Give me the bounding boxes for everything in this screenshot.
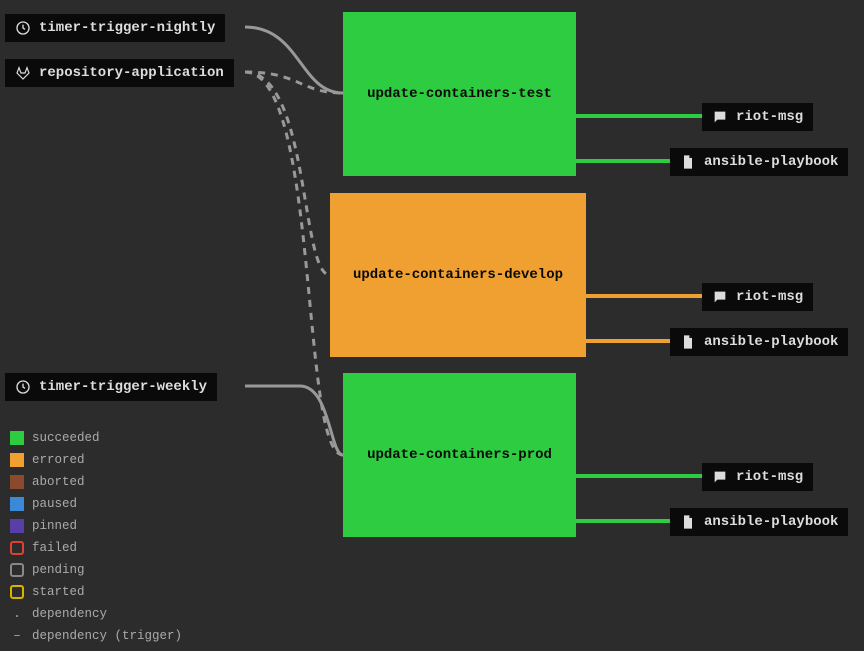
swatch-succeeded xyxy=(10,431,24,445)
job-update-containers-test[interactable]: update-containers-test xyxy=(343,12,576,176)
job-label: update-containers-test xyxy=(367,86,552,102)
clock-icon xyxy=(15,379,31,395)
legend-paused: paused xyxy=(10,493,182,515)
legend-label: succeeded xyxy=(32,431,100,445)
pipeline-canvas: timer-trigger-nightly repository-applica… xyxy=(0,0,864,651)
output-ansible-playbook-prod[interactable]: ansible-playbook xyxy=(670,508,848,536)
output-label: riot-msg xyxy=(736,469,803,485)
job-update-containers-develop[interactable]: update-containers-develop xyxy=(330,193,586,357)
chat-icon xyxy=(712,289,728,305)
legend-started: started xyxy=(10,581,182,603)
trigger-label: repository-application xyxy=(39,65,224,81)
job-label: update-containers-develop xyxy=(353,267,563,283)
legend-label: pinned xyxy=(32,519,77,533)
legend-label: dependency (trigger) xyxy=(32,629,182,643)
swatch-pending xyxy=(10,563,24,577)
trigger-repository-application[interactable]: repository-application xyxy=(5,59,234,87)
dot-icon: . xyxy=(10,607,24,621)
file-icon xyxy=(680,334,696,350)
trigger-label: timer-trigger-weekly xyxy=(39,379,207,395)
gitlab-icon xyxy=(15,65,31,81)
output-ansible-playbook-test[interactable]: ansible-playbook xyxy=(670,148,848,176)
output-label: ansible-playbook xyxy=(704,154,838,170)
legend-label: aborted xyxy=(32,475,85,489)
trigger-timer-weekly[interactable]: timer-trigger-weekly xyxy=(5,373,217,401)
legend-dependency-trigger: – dependency (trigger) xyxy=(10,625,182,647)
output-riot-msg-prod[interactable]: riot-msg xyxy=(702,463,813,491)
file-icon xyxy=(680,154,696,170)
output-label: ansible-playbook xyxy=(704,334,838,350)
output-riot-msg-test[interactable]: riot-msg xyxy=(702,103,813,131)
job-update-containers-prod[interactable]: update-containers-prod xyxy=(343,373,576,537)
legend-aborted: aborted xyxy=(10,471,182,493)
legend-label: pending xyxy=(32,563,85,577)
output-label: riot-msg xyxy=(736,109,803,125)
swatch-failed xyxy=(10,541,24,555)
swatch-started xyxy=(10,585,24,599)
legend-label: started xyxy=(32,585,85,599)
file-icon xyxy=(680,514,696,530)
legend-pending: pending xyxy=(10,559,182,581)
trigger-timer-nightly[interactable]: timer-trigger-nightly xyxy=(5,14,225,42)
chat-icon xyxy=(712,469,728,485)
legend-label: paused xyxy=(32,497,77,511)
legend-failed: failed xyxy=(10,537,182,559)
output-ansible-playbook-develop[interactable]: ansible-playbook xyxy=(670,328,848,356)
legend-succeeded: succeeded xyxy=(10,427,182,449)
legend-pinned: pinned xyxy=(10,515,182,537)
dash-icon: – xyxy=(10,629,24,643)
legend-dependency: . dependency xyxy=(10,603,182,625)
job-label: update-containers-prod xyxy=(367,447,552,463)
output-riot-msg-develop[interactable]: riot-msg xyxy=(702,283,813,311)
output-label: riot-msg xyxy=(736,289,803,305)
trigger-label: timer-trigger-nightly xyxy=(39,20,215,36)
output-label: ansible-playbook xyxy=(704,514,838,530)
swatch-paused xyxy=(10,497,24,511)
legend-label: dependency xyxy=(32,607,107,621)
swatch-pinned xyxy=(10,519,24,533)
swatch-errored xyxy=(10,453,24,467)
swatch-aborted xyxy=(10,475,24,489)
legend-label: failed xyxy=(32,541,77,555)
legend-errored: errored xyxy=(10,449,182,471)
legend-label: errored xyxy=(32,453,85,467)
chat-icon xyxy=(712,109,728,125)
clock-icon xyxy=(15,20,31,36)
legend: succeeded errored aborted paused pinned … xyxy=(10,427,182,647)
